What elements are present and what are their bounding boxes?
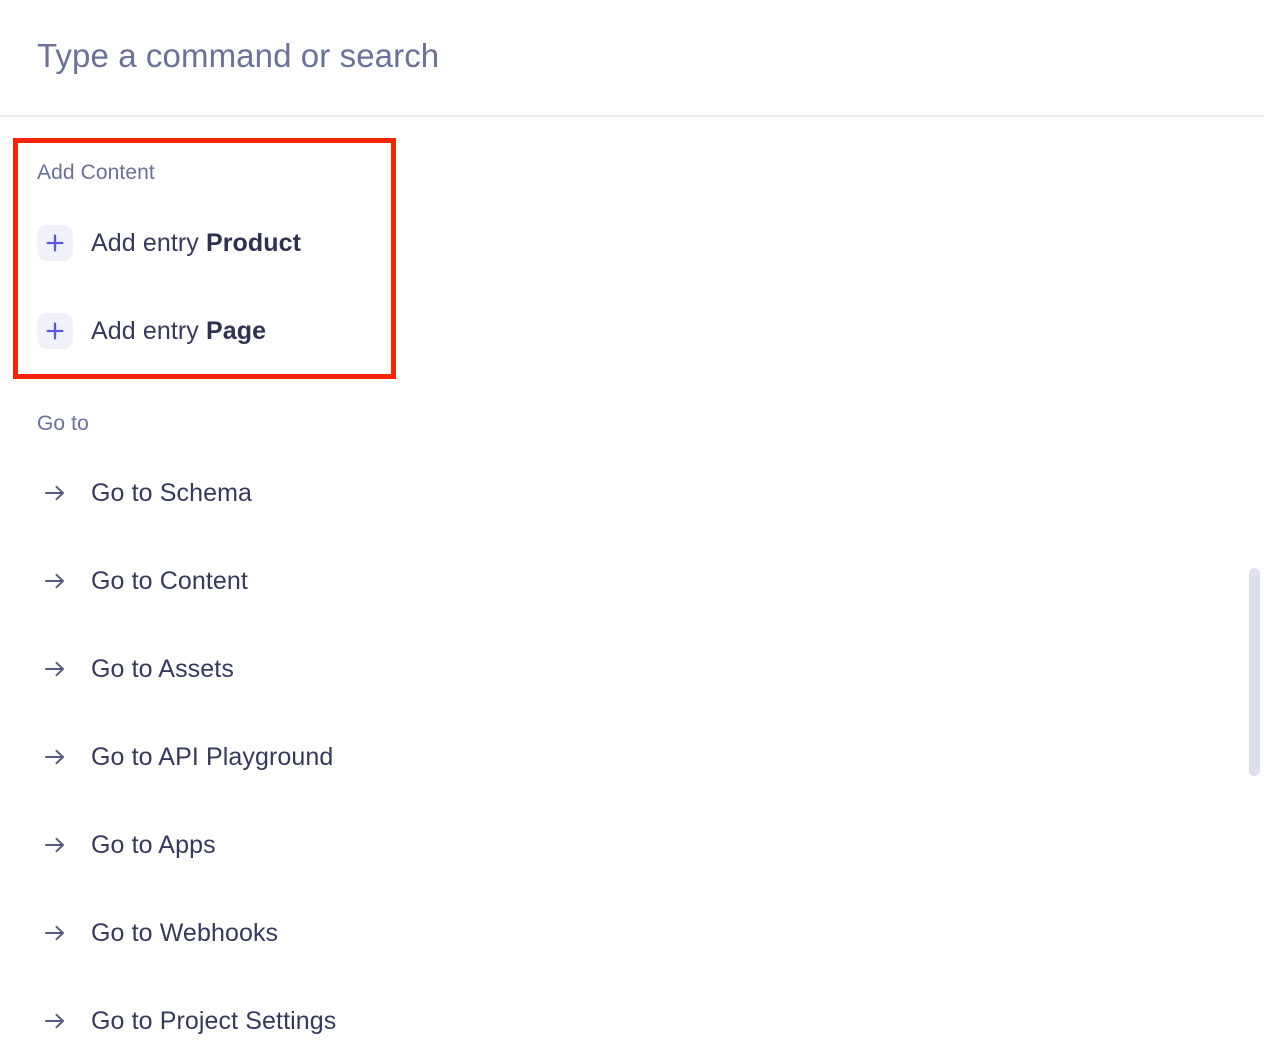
arrow-right-icon — [37, 739, 73, 775]
command-item-add-entry-product[interactable]: Add entry Product — [37, 221, 797, 265]
command-item-entity: Product — [205, 228, 302, 257]
section-heading-go-to: Go to — [37, 412, 89, 435]
command-item-label: Add entry Product — [91, 229, 301, 258]
section-heading-add-content: Add Content — [37, 161, 155, 184]
arrow-right-icon — [37, 827, 73, 863]
command-item-label: Go to Webhooks — [91, 918, 279, 947]
results-scrollbar[interactable] — [1246, 119, 1264, 1048]
command-item-entity: Page — [205, 316, 267, 345]
command-item-go-to-content[interactable]: Go to Content — [37, 559, 797, 603]
command-item-add-entry-page[interactable]: Add entry Page — [37, 309, 797, 353]
command-item-go-to-apps[interactable]: Go to Apps — [37, 823, 797, 867]
command-palette-header — [0, 0, 1264, 117]
command-item-go-to-api-playground[interactable]: Go to API Playground — [37, 735, 797, 779]
command-item-prefix: Add entry — [91, 228, 206, 257]
command-item-label: Go to Assets — [91, 654, 234, 683]
arrow-right-icon — [37, 915, 73, 951]
command-item-label: Add entry Page — [91, 317, 266, 346]
arrow-right-icon — [37, 651, 73, 687]
plus-icon — [37, 313, 73, 349]
command-item-label: Go to Apps — [91, 830, 216, 859]
command-item-go-to-assets[interactable]: Go to Assets — [37, 647, 797, 691]
command-item-label: Go to API Playground — [91, 742, 334, 771]
arrow-right-icon — [37, 1003, 73, 1039]
command-item-go-to-schema[interactable]: Go to Schema — [37, 471, 797, 515]
plus-icon — [37, 225, 73, 261]
search-input[interactable] — [37, 30, 1187, 82]
command-item-prefix: Add entry — [91, 316, 206, 345]
arrow-right-icon — [37, 475, 73, 511]
command-item-go-to-webhooks[interactable]: Go to Webhooks — [37, 911, 797, 955]
command-item-label: Go to Project Settings — [91, 1006, 337, 1035]
command-item-label: Go to Content — [91, 566, 248, 595]
command-palette-results: Add Content Add entry Product Add entry … — [0, 119, 1264, 1048]
arrow-right-icon — [37, 563, 73, 599]
scrollbar-thumb[interactable] — [1249, 568, 1260, 776]
command-item-label: Go to Schema — [91, 478, 253, 507]
command-item-go-to-project-settings[interactable]: Go to Project Settings — [37, 999, 797, 1043]
